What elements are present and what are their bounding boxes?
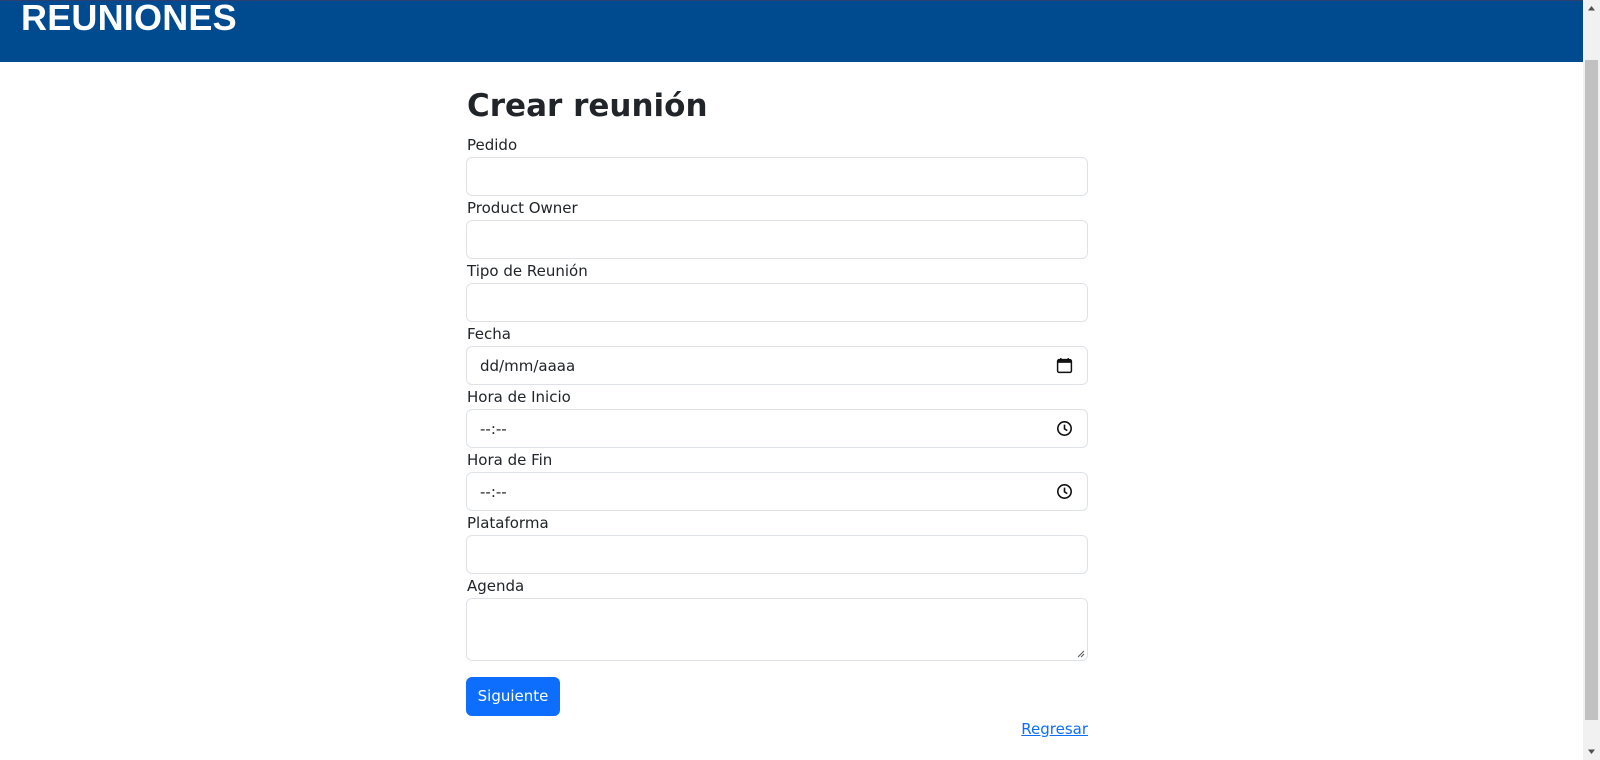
clock-icon[interactable] [1056, 483, 1073, 500]
fecha-label: Fecha [467, 325, 511, 343]
app-header: REUNIONES [0, 0, 1583, 62]
calendar-icon[interactable] [1056, 357, 1073, 374]
browser-viewport: REUNIONES Crear reunión Pedido Product O… [0, 0, 1600, 760]
product-owner-label: Product Owner [467, 199, 578, 217]
fecha-value: dd/mm/aaaa [480, 357, 576, 375]
agenda-textarea[interactable] [466, 598, 1088, 661]
hora-fin-time-input[interactable]: --:-- [466, 472, 1088, 511]
vertical-scrollbar[interactable] [1583, 0, 1600, 760]
pedido-label: Pedido [467, 136, 518, 154]
scrollbar-thumb[interactable] [1585, 60, 1598, 720]
clock-icon[interactable] [1056, 420, 1073, 437]
hora-inicio-value: --:-- [480, 420, 507, 438]
siguiente-button[interactable]: Siguiente [466, 677, 560, 716]
resize-handle-icon[interactable] [1076, 649, 1085, 658]
tipo-reunion-label: Tipo de Reunión [467, 262, 588, 280]
fecha-date-input[interactable]: dd/mm/aaaa [466, 346, 1088, 385]
hora-fin-value: --:-- [480, 483, 507, 501]
tipo-reunion-input[interactable] [466, 283, 1088, 322]
agenda-label: Agenda [467, 577, 525, 595]
form-title: Crear reunión [467, 88, 708, 124]
plataforma-label: Plataforma [467, 514, 549, 532]
plataforma-input[interactable] [466, 535, 1088, 574]
scroll-up-arrow-icon[interactable] [1583, 0, 1600, 17]
pedido-input[interactable] [466, 157, 1088, 196]
hora-fin-label: Hora de Fin [467, 451, 553, 469]
product-owner-input[interactable] [466, 220, 1088, 259]
app-title: REUNIONES [21, 0, 237, 38]
hora-inicio-time-input[interactable]: --:-- [466, 409, 1088, 448]
regresar-link[interactable]: Regresar [1021, 719, 1088, 739]
page: REUNIONES Crear reunión Pedido Product O… [0, 0, 1583, 760]
scroll-down-arrow-icon[interactable] [1583, 743, 1600, 760]
hora-inicio-label: Hora de Inicio [467, 388, 571, 406]
